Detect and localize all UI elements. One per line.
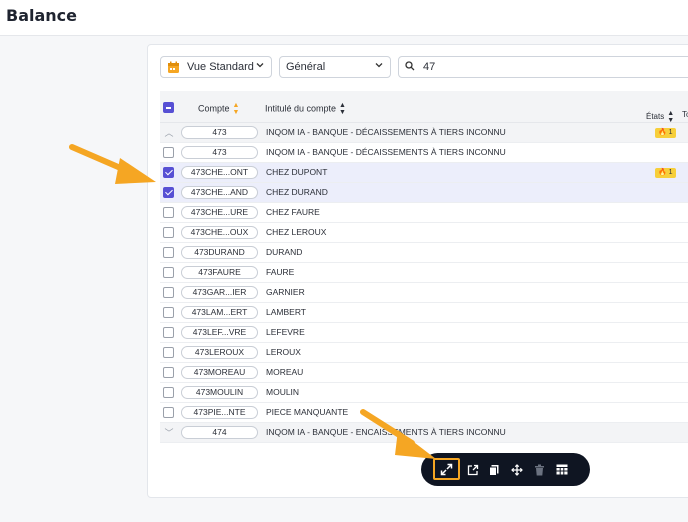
chevron-down-icon — [255, 60, 265, 73]
sort-icon: ▲ ▼ — [667, 110, 675, 124]
account-code: 473 — [181, 146, 258, 159]
column-header-intitule[interactable]: Intitulé du compte ▲ ▼ — [265, 102, 346, 116]
table-row[interactable]: 473CHE...URE CHEZ FAURE — [160, 203, 688, 223]
row-checkbox[interactable] — [163, 267, 174, 278]
copy-icon[interactable] — [485, 461, 502, 478]
move-icon[interactable] — [508, 461, 525, 478]
row-checkbox[interactable] — [163, 287, 174, 298]
table-row[interactable]: 473GAR...IER GARNIER — [160, 283, 688, 303]
row-checkbox[interactable] — [163, 327, 174, 338]
column-header-intitule-label: Intitulé du compte — [265, 103, 337, 114]
table-row[interactable]: 473LEF...VRE LEFEVRE — [160, 323, 688, 343]
row-checkbox[interactable] — [163, 187, 174, 198]
account-title: DURAND — [266, 247, 303, 257]
table-row[interactable]: 473DURAND DURAND — [160, 243, 688, 263]
ledger-select[interactable]: Général — [279, 56, 391, 78]
account-title: PIECE MANQUANTE — [266, 407, 349, 417]
account-title: INQOM IA - BANQUE - DÉCAISSEMENTS À TIER… — [266, 147, 506, 157]
account-code: 473GAR...IER — [181, 286, 258, 299]
account-code: 473DURAND — [181, 246, 258, 259]
trash-icon[interactable] — [531, 461, 548, 478]
ledger-select-label: Général — [286, 61, 326, 73]
account-code: 473CHE...AND — [181, 186, 258, 199]
row-checkbox[interactable] — [163, 407, 174, 418]
chevron-up-icon[interactable]: ︿ — [163, 126, 175, 139]
row-checkbox[interactable] — [163, 167, 174, 178]
account-title: GARNIER — [266, 287, 305, 297]
account-title: MOREAU — [266, 367, 304, 377]
search-value: 47 — [423, 61, 436, 73]
account-title: LAMBERT — [266, 307, 306, 317]
table-header: Compte▲▼ Intitulé du compte▲▼ États▲▼ To — [160, 91, 688, 124]
calendar-icon — [167, 61, 180, 74]
account-code: 473CHE...ONT — [181, 166, 258, 179]
export-icon[interactable] — [464, 461, 481, 478]
account-title: LEFEVRE — [266, 327, 305, 337]
account-code: 473LEF...VRE — [181, 326, 258, 339]
account-code: 473FAURE — [181, 266, 258, 279]
account-code: 473MOREAU — [181, 366, 258, 379]
row-checkbox[interactable] — [163, 147, 174, 158]
account-title: LEROUX — [266, 347, 301, 357]
annotation-arrow-icon — [360, 409, 436, 459]
chevron-down-icon — [374, 60, 384, 73]
table-row[interactable]: 473LEROUX LEROUX — [160, 343, 688, 363]
account-code: 473CHE...URE — [181, 206, 258, 219]
table-row[interactable]: 473CHE...OUX CHEZ LEROUX — [160, 223, 688, 243]
status-badge: 🔥 1 — [655, 128, 676, 138]
account-code: 473CHE...OUX — [181, 226, 258, 239]
account-title: CHEZ FAURE — [266, 207, 320, 217]
account-title: CHEZ LEROUX — [266, 227, 327, 237]
row-checkbox[interactable] — [163, 347, 174, 358]
row-checkbox[interactable] — [163, 367, 174, 378]
table-row[interactable]: 473CHE...ONT CHEZ DUPONT 🔥 1 — [160, 163, 688, 183]
search-icon — [405, 60, 415, 74]
row-checkbox[interactable] — [163, 307, 174, 318]
account-code: 473PIE...NTE — [181, 406, 258, 419]
sort-icon: ▲ ▼ — [339, 102, 346, 116]
table-body: ︿ 473 INQOM IA - BANQUE - DÉCAISSEMENTS … — [160, 123, 688, 443]
column-header-etats-label: États — [646, 112, 665, 122]
account-title: INQOM IA - BANQUE - DÉCAISSEMENTS À TIER… — [266, 127, 506, 137]
table-row[interactable]: 473LAM...ERT LAMBERT — [160, 303, 688, 323]
table-icon[interactable] — [553, 461, 570, 478]
view-select[interactable]: Vue Standard — [160, 56, 272, 78]
table-row[interactable]: 473MOULIN MOULIN — [160, 383, 688, 403]
account-title: FAURE — [266, 267, 295, 277]
account-code: 474 — [181, 426, 258, 439]
row-checkbox[interactable] — [163, 387, 174, 398]
account-code: 473LEROUX — [181, 346, 258, 359]
search-input[interactable]: 47 — [398, 56, 688, 78]
view-select-label: Vue Standard — [187, 61, 254, 73]
sort-icon: ▲ ▼ — [232, 102, 240, 116]
column-header-to[interactable]: To — [682, 110, 688, 119]
account-title: CHEZ DURAND — [266, 187, 328, 197]
row-checkbox[interactable] — [163, 207, 174, 218]
account-code: 473MOULIN — [181, 386, 258, 399]
table-row[interactable]: 473CHE...AND CHEZ DURAND — [160, 183, 688, 203]
page-title: Balance — [6, 6, 77, 25]
row-checkbox[interactable] — [163, 227, 174, 238]
status-badge: 🔥 1 — [655, 168, 676, 178]
column-header-etats[interactable]: États ▲ ▼ — [646, 110, 674, 124]
account-title: CHEZ DUPONT — [266, 167, 328, 177]
top-bar: Balance — [0, 0, 688, 36]
selection-toolbar — [421, 453, 590, 486]
column-header-compte[interactable]: Compte ▲ ▼ — [198, 102, 239, 116]
account-code: 473LAM...ERT — [181, 306, 258, 319]
column-header-compte-label: Compte — [198, 103, 230, 114]
table-row[interactable]: 473 INQOM IA - BANQUE - DÉCAISSEMENTS À … — [160, 143, 688, 163]
account-title: MOULIN — [266, 387, 300, 397]
account-code: 473 — [181, 126, 258, 139]
table-row[interactable]: 473FAURE FAURE — [160, 263, 688, 283]
table-row[interactable]: 473MOREAU MOREAU — [160, 363, 688, 383]
table-row-group-473[interactable]: ︿ 473 INQOM IA - BANQUE - DÉCAISSEMENTS … — [160, 123, 688, 143]
chevron-down-icon[interactable]: ﹀ — [163, 426, 175, 439]
annotation-arrow-icon — [69, 144, 156, 184]
row-checkbox[interactable] — [163, 247, 174, 258]
select-all-checkbox[interactable] — [163, 102, 174, 113]
